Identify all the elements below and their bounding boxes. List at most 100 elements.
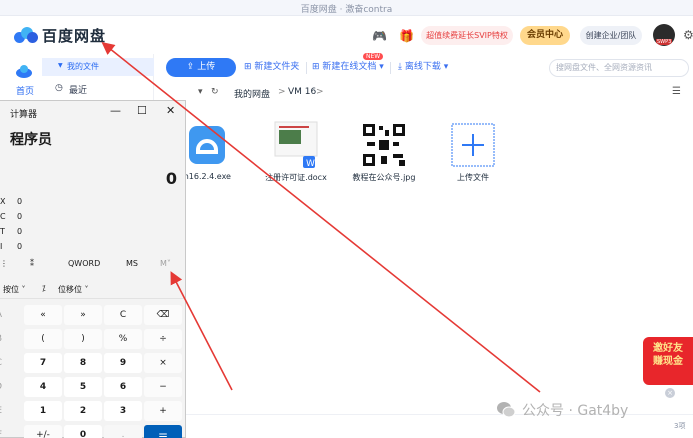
nav-my-files[interactable]: ▼ 我的文件	[42, 58, 154, 76]
clock-icon: ◷	[55, 83, 63, 93]
multiply-key[interactable]: ×	[144, 353, 182, 373]
offline-download-button[interactable]: ⤓ 离线下载 ▾	[398, 58, 448, 77]
calculator-title: 计算器	[10, 110, 38, 120]
upload-icon: ⇪	[186, 62, 198, 72]
gear-icon[interactable]: ⚙	[683, 28, 693, 42]
open-paren-key[interactable]: (	[24, 329, 62, 349]
word-size-row: ⋮ ⁑ QWORD MS M˅	[0, 257, 186, 273]
hex-key-e[interactable]: E	[0, 401, 4, 421]
upload-file-tile[interactable]: 上传文件	[433, 112, 513, 192]
refresh-icon[interactable]: ↻	[211, 87, 219, 97]
maximize-icon[interactable]: ☐	[137, 104, 147, 117]
promo-line1: 邀好友	[653, 343, 683, 354]
invite-friends-promo[interactable]: 邀好友 赚现金	[643, 337, 693, 385]
bitwise-dropdown[interactable]: 按位 ˅	[3, 284, 26, 295]
breadcrumb-bar: ▾ ↻ 我的网盘 > VM 16 > ☰	[154, 82, 693, 104]
minimize-icon[interactable]: —	[110, 104, 121, 117]
avatar[interactable]: SWP3	[653, 24, 675, 46]
cloud-home-icon[interactable]	[15, 64, 33, 78]
minus-key[interactable]: −	[144, 377, 182, 397]
file-item[interactable]: 教程在公众号.jpg	[344, 112, 424, 192]
decimal-key[interactable]: .	[104, 425, 142, 438]
nav-dropdown-icon[interactable]: ▾	[198, 87, 203, 97]
calculator-display: 0	[165, 169, 177, 188]
app-header: 百度网盘 🎮 🎁 超值续费延长SVIP特权 会员中心 创建企业/团队 SWP3 …	[0, 16, 693, 54]
hex-key-f[interactable]: F	[0, 425, 4, 438]
modulo-key[interactable]: %	[104, 329, 142, 349]
breadcrumb-current[interactable]: VM 16	[288, 87, 316, 97]
hex-key-c[interactable]: C	[0, 353, 4, 373]
item-count: 3项	[674, 422, 686, 430]
vip-renew-button[interactable]: 超值续费延长SVIP特权	[421, 26, 513, 45]
bitshift-dropdown[interactable]: 位移位 ˅	[58, 284, 89, 295]
promo-line2: 赚现金	[653, 356, 683, 367]
nav-my-files-label: 我的文件	[67, 62, 99, 71]
digit-key-7[interactable]: 7	[24, 353, 62, 373]
shift-right-key[interactable]: »	[64, 305, 102, 325]
toolbar: ⇪ 上传 ⊞ 新建文件夹 ⊞ 新建在线文档 ▾ NEW ⤓ 离线下载 ▾ 搜网盘…	[154, 53, 693, 82]
expand-arrow-icon: ▼	[58, 62, 63, 69]
full-keypad-icon[interactable]: ⋮	[0, 259, 8, 268]
file-name: 教程在公众号.jpg	[352, 173, 416, 182]
digit-key-0[interactable]: 0	[64, 425, 102, 438]
file-name: 注册许可证.docx	[265, 173, 327, 182]
memory-store-button[interactable]: MS	[126, 259, 138, 268]
new-badge: NEW	[363, 53, 384, 60]
hex-key-b[interactable]: B	[0, 329, 4, 349]
baidu-cloud-logo-icon	[14, 26, 38, 44]
shift-left-key[interactable]: «	[24, 305, 62, 325]
file-name: 上传文件	[457, 173, 489, 182]
calculator-window: 计算器 — ☐ ✕ 程序员 0 X0 C0 T0 I0 ⋮ ⁑ QWORD MS…	[0, 100, 186, 438]
watermark: 公众号 · Gat4by	[522, 403, 629, 419]
backspace-key[interactable]: ⌫	[144, 305, 182, 325]
breadcrumb-separator: >	[278, 87, 286, 97]
hex-key-d[interactable]: D	[0, 377, 4, 397]
new-folder-button[interactable]: ⊞ 新建文件夹	[244, 58, 299, 77]
divide-key[interactable]: ÷	[144, 329, 182, 349]
app-logo[interactable]: 百度网盘	[14, 24, 106, 46]
bitwise-row: 按位 ˅ ⁒ 位移位 ˅	[0, 281, 186, 299]
clear-key[interactable]: C	[104, 305, 142, 325]
window-titlebar: 百度网盘 · 激奋contra	[0, 0, 693, 16]
plus-key[interactable]: +	[144, 401, 182, 421]
avatar-badge: SWP3	[656, 39, 673, 45]
hex-key-a[interactable]: A	[0, 305, 4, 325]
bitshift-icon: ⁒	[42, 284, 46, 293]
sidebar-item-home[interactable]: 首页	[16, 84, 34, 97]
download-icon: ⤓	[398, 62, 405, 72]
create-enterprise-button[interactable]: 创建企业/团队	[580, 26, 642, 45]
nav-recent[interactable]: 最近	[69, 83, 87, 96]
close-paren-key[interactable]: )	[64, 329, 102, 349]
digit-key-8[interactable]: 8	[64, 353, 102, 373]
gift-icon[interactable]: 🎁	[399, 29, 414, 43]
upload-button[interactable]: ⇪ 上传	[166, 58, 236, 77]
digit-key-4[interactable]: 4	[24, 377, 62, 397]
promo-close-icon[interactable]: ×	[665, 388, 675, 398]
file-item[interactable]: W 注册许可证.docx	[256, 112, 336, 192]
qr-icon	[361, 122, 407, 168]
equals-key[interactable]: =	[144, 425, 182, 438]
digit-key-2[interactable]: 2	[64, 401, 102, 421]
search-input[interactable]: 搜网盘文件、全网资源资讯	[549, 59, 689, 77]
folder-plus-icon: ⊞	[244, 62, 255, 72]
window-title: 百度网盘 · 激奋contra	[300, 5, 393, 15]
memory-view-button[interactable]: M˅	[160, 259, 171, 268]
word-size-button[interactable]: QWORD	[68, 259, 100, 268]
digit-key-9[interactable]: 9	[104, 353, 142, 373]
breadcrumb-root[interactable]: 我的网盘	[234, 87, 270, 100]
sort-icon[interactable]: ☰	[672, 86, 681, 97]
close-icon[interactable]: ✕	[166, 104, 175, 117]
digit-key-1[interactable]: 1	[24, 401, 62, 421]
toolbar-divider	[306, 62, 307, 74]
game-icon[interactable]: 🎮	[372, 29, 387, 43]
member-center-button[interactable]: 会员中心	[520, 26, 570, 45]
breadcrumb-separator: >	[316, 87, 324, 97]
file-grid: m16.2.4.exe W 注册许可证.docx 教程在公众号.jpg 上传文件	[181, 112, 693, 202]
digit-key-3[interactable]: 3	[104, 401, 142, 421]
digit-key-6[interactable]: 6	[104, 377, 142, 397]
digit-key-5[interactable]: 5	[64, 377, 102, 397]
new-online-doc-button[interactable]: ⊞ 新建在线文档 ▾	[312, 58, 384, 77]
bit-toggle-icon[interactable]: ⁑	[30, 259, 34, 268]
negate-key[interactable]: +/-	[24, 425, 62, 438]
docx-icon: W	[274, 121, 318, 169]
